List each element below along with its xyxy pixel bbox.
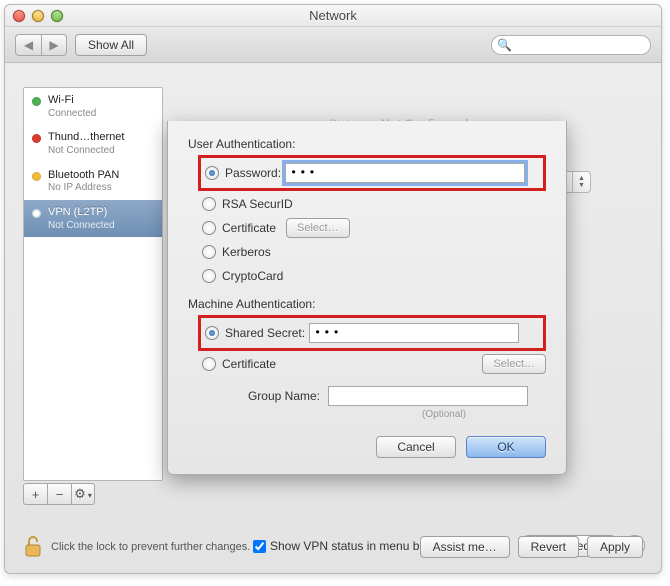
group-name-row: Group Name:: [202, 385, 546, 407]
close-button[interactable]: [13, 10, 25, 22]
sidebar-item-bluetooth[interactable]: Bluetooth PAN No IP Address: [24, 163, 162, 200]
content: Wi-Fi Connected Thund…thernet Not Connec…: [5, 63, 661, 573]
revert-button[interactable]: Revert: [518, 536, 579, 558]
sidebar-item-label: Wi-Fi: [48, 94, 154, 108]
nav-segmented: ◀ ▶: [15, 34, 67, 56]
back-button[interactable]: ◀: [15, 34, 41, 56]
zoom-button[interactable]: [51, 10, 63, 22]
status-dot-icon: [32, 97, 41, 106]
add-service-button[interactable]: +: [23, 483, 47, 505]
user-auth-rsa-row[interactable]: RSA SecurID: [202, 193, 546, 215]
traffic-lights: [13, 10, 63, 22]
status-dot-icon: [32, 209, 41, 218]
network-services-sidebar: Wi-Fi Connected Thund…thernet Not Connec…: [23, 87, 163, 481]
gear-icon: ⚙: [74, 486, 86, 501]
chevron-down-icon: ▾: [88, 491, 92, 500]
sidebar-item-label: Thund…thernet: [48, 131, 154, 145]
shared-secret-field[interactable]: [309, 323, 519, 343]
window-title: Network: [5, 5, 661, 27]
search-input[interactable]: [491, 35, 651, 55]
sidebar-item-vpn[interactable]: VPN (L2TP) Not Connected: [24, 200, 162, 237]
radio-cryptocard[interactable]: [202, 269, 216, 283]
sidebar-item-thunderbolt[interactable]: Thund…thernet Not Connected: [24, 125, 162, 162]
toolbar: ◀ ▶ Show All 🔍: [5, 27, 661, 63]
sidebar-item-status: Not Connected: [48, 145, 154, 158]
sidebar-item-label: Bluetooth PAN: [48, 169, 154, 183]
sidebar-footer: + − ⚙▾: [23, 483, 163, 505]
lock-text: Click the lock to prevent further change…: [51, 541, 250, 553]
cert-select-button[interactable]: Select…: [286, 218, 350, 238]
apply-button[interactable]: Apply: [587, 536, 643, 558]
status-dot-icon: [32, 172, 41, 181]
search-icon: 🔍: [497, 38, 512, 52]
dialog-buttons: Cancel OK: [188, 436, 546, 458]
user-auth-cert-row[interactable]: Certificate Select…: [202, 217, 546, 239]
machine-cert-label: Certificate: [222, 357, 276, 371]
group-name-label: Group Name:: [202, 389, 320, 403]
search-field[interactable]: 🔍: [491, 35, 651, 55]
show-all-button[interactable]: Show All: [75, 34, 147, 56]
assist-button[interactable]: Assist me…: [420, 536, 510, 558]
radio-rsa[interactable]: [202, 197, 216, 211]
shared-secret-highlight: Shared Secret:: [198, 315, 546, 351]
password-label: Password:: [225, 166, 281, 180]
sidebar-item-label: VPN (L2TP): [48, 206, 154, 220]
radio-certificate[interactable]: [202, 221, 216, 235]
sidebar-item-wifi[interactable]: Wi-Fi Connected: [24, 88, 162, 125]
password-highlight: Password:: [198, 155, 546, 191]
network-prefs-window: Network ◀ ▶ Show All 🔍 Wi-Fi Connected T…: [4, 4, 662, 574]
radio-kerberos[interactable]: [202, 245, 216, 259]
sidebar-item-status: Connected: [48, 108, 154, 121]
titlebar: Network: [5, 5, 661, 27]
radio-password[interactable]: [205, 166, 219, 180]
cert-label: Certificate: [222, 221, 276, 235]
minimize-button[interactable]: [32, 10, 44, 22]
service-actions-button[interactable]: ⚙▾: [71, 483, 95, 505]
user-auth-header: User Authentication:: [188, 137, 546, 151]
radio-shared-secret[interactable]: [205, 326, 219, 340]
ok-button[interactable]: OK: [466, 436, 546, 458]
lock-row: Click the lock to prevent further change…: [23, 533, 643, 561]
password-field[interactable]: [285, 163, 525, 183]
rsa-label: RSA SecurID: [222, 197, 322, 211]
machine-auth-header: Machine Authentication:: [188, 297, 546, 311]
kerberos-label: Kerberos: [222, 245, 322, 259]
forward-button[interactable]: ▶: [41, 34, 67, 56]
shared-secret-label: Shared Secret:: [225, 326, 305, 340]
authentication-dialog: User Authentication: Password: RSA Secur…: [167, 121, 567, 475]
remove-service-button[interactable]: −: [47, 483, 71, 505]
sidebar-item-status: Not Connected: [48, 220, 154, 233]
user-auth-kerberos-row[interactable]: Kerberos: [202, 241, 546, 263]
user-auth-cryptocard-row[interactable]: CryptoCard: [202, 265, 546, 287]
cryptocard-label: CryptoCard: [222, 269, 322, 283]
group-name-optional: (Optional): [342, 409, 546, 420]
stepper-icon: ▲▼: [572, 172, 590, 192]
machine-cert-select-button[interactable]: Select…: [482, 354, 546, 374]
status-dot-icon: [32, 134, 41, 143]
machine-auth-cert-row[interactable]: Certificate Select…: [202, 353, 546, 375]
radio-machine-cert[interactable]: [202, 357, 216, 371]
lock-icon[interactable]: [23, 535, 43, 559]
group-name-field[interactable]: [328, 386, 528, 406]
cancel-button[interactable]: Cancel: [376, 436, 456, 458]
machine-auth-shared-row[interactable]: Shared Secret:: [205, 322, 539, 344]
user-auth-password-row[interactable]: Password:: [205, 162, 539, 184]
sidebar-item-status: No IP Address: [48, 182, 154, 195]
